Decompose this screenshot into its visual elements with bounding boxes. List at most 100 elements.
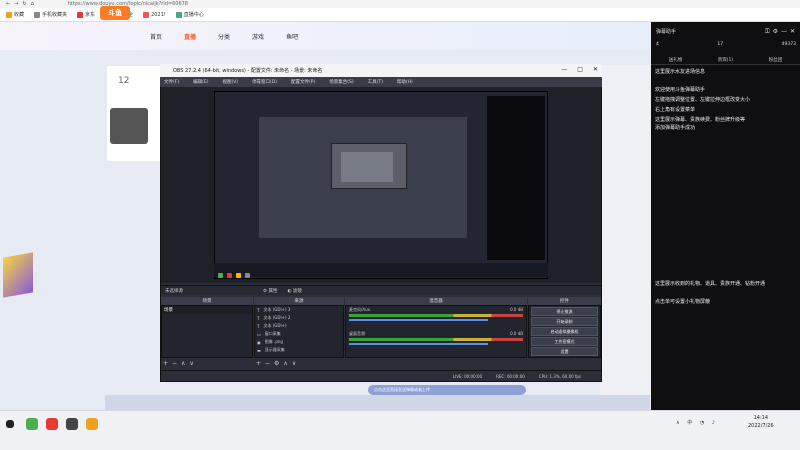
- message-line: 欢迎使用斗鱼弹幕助手: [655, 87, 706, 93]
- virtual-camera-button[interactable]: 启动虚拟摄像机: [531, 327, 598, 336]
- studio-mode-button[interactable]: 工作室模式: [531, 337, 598, 346]
- bookmark-item[interactable]: 京东: [77, 11, 95, 18]
- panel-title: 弹幕助手: [656, 29, 677, 35]
- stop-stream-button[interactable]: 停止推流: [531, 307, 598, 316]
- message-line: 右上角有设置菜单: [655, 107, 696, 113]
- scenes-list[interactable]: 场景: [161, 305, 253, 358]
- tab-fans[interactable]: 粉丝团: [769, 57, 783, 63]
- stat-a: 4: [656, 42, 659, 47]
- clock-time: 14:14: [753, 415, 769, 421]
- monitor-icon: ▬: [257, 347, 261, 353]
- menu-edit[interactable]: 编辑(E): [193, 79, 208, 85]
- audio-mixer: 麦克风/Aux 0.0 dB 桌面音频 0.0 dB: [345, 305, 527, 358]
- source-item[interactable]: T 文本 (GDI+): [255, 322, 343, 330]
- bookmark-item[interactable]: 手机收藏夹: [34, 11, 67, 18]
- windows-taskbar: [0, 410, 800, 450]
- clock-date: 2022/7/26: [748, 423, 774, 429]
- gift-bar: [105, 395, 650, 410]
- obs-app-icon[interactable]: [66, 418, 78, 430]
- mixer-dock-title: 混音器: [345, 297, 527, 305]
- volume-slider[interactable]: [349, 343, 489, 345]
- douyu-logo[interactable]: 斗鱼: [100, 6, 130, 20]
- nav-category[interactable]: 分类: [218, 32, 230, 41]
- app-icon[interactable]: [86, 418, 98, 430]
- panel-stats: 4 17 49373: [656, 42, 796, 47]
- gift-info-text: 这里展示收到的礼物、道具、贵族开通、钻粉开通: [655, 281, 766, 287]
- live-timer: LIVE: 00:00:00: [452, 373, 483, 379]
- nav-games[interactable]: 游戏: [252, 32, 264, 41]
- menu-help[interactable]: 帮助(H): [397, 79, 413, 85]
- menu-view[interactable]: 视图(V): [222, 79, 238, 85]
- nav-home[interactable]: 首页: [150, 32, 162, 41]
- window-icon: ▭: [257, 331, 261, 337]
- properties-button[interactable]: ⚙ 属性: [263, 288, 277, 294]
- mixer-channel: 麦克风/Aux 0.0 dB: [346, 306, 526, 322]
- decorative-cube: [3, 252, 33, 298]
- source-item[interactable]: ▣ 图像 .png: [255, 338, 343, 346]
- start-recording-button[interactable]: 开始录制: [531, 317, 598, 326]
- maximize-icon[interactable]: □: [577, 66, 583, 73]
- panel-window-controls-icon[interactable]: ⚿⚙—✕: [765, 28, 798, 36]
- settings-button[interactable]: 设置: [531, 347, 598, 356]
- image-icon: ▣: [257, 339, 261, 345]
- menu-tools[interactable]: 工具(T): [368, 79, 383, 85]
- controls-panel: 停止推流 开始录制 启动虚拟摄像机 工作室模式 设置: [528, 305, 601, 358]
- menu-scene-collection[interactable]: 场景集合(S): [329, 79, 353, 85]
- bookmark-item[interactable]: 2021!: [143, 11, 166, 18]
- minimize-icon[interactable]: —: [561, 66, 567, 73]
- source-item[interactable]: ▬ 显示器采集: [255, 346, 343, 354]
- nav-arrows-icon[interactable]: ←→↻⌂: [6, 1, 38, 7]
- menu-profile[interactable]: 配置文件(P): [291, 79, 315, 85]
- panel-tabs: 送礼物 贵宾(1) 粉丝团: [651, 55, 800, 65]
- nav-fishbar[interactable]: 鱼吧: [286, 32, 298, 41]
- recursive-preview-inner: [341, 152, 393, 182]
- site-header: 首页 直播 分类 游戏 鱼吧: [0, 22, 650, 50]
- controls-dock-title: 控件: [528, 297, 601, 305]
- text-icon: T: [257, 315, 260, 321]
- menu-docks[interactable]: 停靠窗口(D): [252, 79, 277, 85]
- source-item[interactable]: ▭ 窗口采集: [255, 330, 343, 338]
- start-icon[interactable]: [6, 420, 14, 428]
- entry-info-text: 这里展示水友进场信息: [655, 69, 706, 75]
- avatar[interactable]: [110, 108, 148, 144]
- app-icon[interactable]: [26, 418, 38, 430]
- tab-vip[interactable]: 贵宾(1): [718, 57, 733, 63]
- source-toolbar: 未选择源 ⚙ 属性 ◐ 滤镜: [161, 285, 601, 295]
- nav-live[interactable]: 直播: [184, 32, 196, 41]
- source-item[interactable]: T 文本 (GDI+) 3: [255, 306, 343, 314]
- source-item[interactable]: T 文本 (GDI+) 2: [255, 314, 343, 322]
- cpu-stats: CPU: 1.3%, 60.00 fps: [538, 373, 581, 379]
- scene-controls-icon[interactable]: +−∧∨: [163, 360, 198, 367]
- text-icon: T: [257, 323, 260, 329]
- window-title: OBS 27.2.4 (64-bit, windows) - 配置文件: 未命名…: [173, 68, 323, 74]
- tab-gifts[interactable]: 送礼物: [669, 57, 683, 63]
- volume-slider[interactable]: [349, 319, 489, 321]
- message-line: 左键拖拽调整位置、左键拉伸边框改变大小: [655, 97, 751, 103]
- system-tray[interactable]: ∧ 中 ◔ ♪: [676, 419, 718, 426]
- chat-input[interactable]: 点击这里直接发送弹幕或者上传: [368, 385, 526, 395]
- filters-button[interactable]: ◐ 滤镜: [287, 288, 301, 294]
- room-count: 12: [118, 76, 130, 86]
- sources-list[interactable]: T 文本 (GDI+) 3 T 文本 (GDI+) 2 T 文本 (GDI+) ▭ 窗口…: [254, 305, 344, 358]
- message-line: 添加弹幕助手成功: [655, 125, 696, 131]
- obs-titlebar[interactable]: OBS 27.2.4 (64-bit, windows) - 配置文件: 未命名…: [160, 64, 602, 77]
- volume-meter: [349, 314, 523, 317]
- menu-file[interactable]: 文件(F): [164, 79, 179, 85]
- recursive-taskbar: [214, 263, 548, 278]
- bookmark-item[interactable]: 收藏: [6, 11, 24, 18]
- text-icon: T: [257, 307, 260, 313]
- scene-item[interactable]: 场景: [162, 306, 252, 314]
- app-icon[interactable]: [46, 418, 58, 430]
- sources-dock-title: 来源: [254, 297, 344, 305]
- obs-menubar: 文件(F) 编辑(E) 视图(V) 停靠窗口(D) 配置文件(P) 场景集合(S…: [160, 77, 602, 87]
- close-icon[interactable]: ✕: [593, 66, 598, 73]
- mixer-channel: 桌面音频 0.0 dB: [346, 330, 526, 346]
- obs-statusbar: LIVE: 00:00:00 REC: 00:00:00 CPU: 1.3%, …: [161, 370, 601, 381]
- page-side-column: [600, 65, 650, 410]
- clock[interactable]: 14:14 2022/7/26: [748, 414, 774, 430]
- source-controls-icon[interactable]: +−⚙∧∨: [256, 360, 300, 367]
- bookmark-item[interactable]: 直播中心: [175, 11, 204, 18]
- rec-timer: REC: 00:00:00: [496, 373, 525, 379]
- gift-filter-hint: 点击单可设置小礼物屏蔽: [655, 299, 711, 305]
- recursive-chat-panel: [487, 96, 545, 260]
